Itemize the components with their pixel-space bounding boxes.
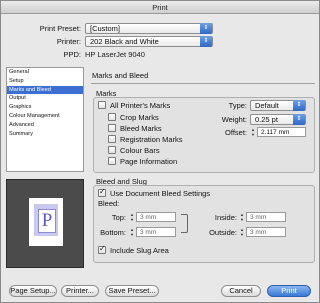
use-document-bleed-label: Use Document Bleed Settings [110, 188, 211, 198]
window-title: Print [1, 1, 319, 14]
sidebar-item-setup[interactable]: Setup [7, 77, 83, 86]
bleed-bottom-field[interactable]: 3 mm [136, 227, 176, 237]
use-document-bleed-checkbox[interactable] [98, 187, 106, 197]
bleed-marks-checkbox[interactable] [108, 124, 116, 132]
offset-label: Offset: [225, 128, 247, 137]
offset-field[interactable]: 2.117 mm [257, 127, 306, 137]
page-information-checkbox[interactable] [108, 157, 116, 165]
colour-bars-checkbox[interactable] [108, 146, 116, 154]
bleed-top-label: Top: [111, 213, 126, 222]
all-printers-marks-row[interactable]: All Printer's Marks [98, 100, 170, 110]
include-slug-label: Include Slug Area [110, 245, 169, 255]
crop-marks-row[interactable]: Crop Marks [108, 112, 159, 122]
printer-label: Printer: [56, 37, 81, 46]
type-label: Type: [228, 101, 247, 110]
offset-stepper[interactable]: ▲ ▼ [250, 127, 256, 137]
printer-value: 202 Black and White [90, 37, 159, 46]
weight-value: 0.25 pt [255, 115, 278, 124]
colour-bars-label: Colour Bars [120, 145, 160, 155]
page-information-label: Page Information [120, 156, 178, 166]
bleed-bottom-stepper[interactable]: ▲ ▼ [129, 227, 135, 237]
bleed-top-field[interactable]: 3 mm [136, 212, 176, 222]
all-printers-marks-label: All Printer's Marks [110, 100, 171, 110]
print-preset-row: Print Preset: [Custom] ⇕ [25, 23, 213, 34]
ppd-value: HP LaserJet 9040 [85, 50, 145, 59]
type-select[interactable]: Default ⇕ [250, 100, 306, 111]
sidebar-item-output[interactable]: Output [7, 94, 83, 103]
sidebar-item-general[interactable]: General [7, 68, 83, 77]
section-title: Marks and Bleed [92, 71, 149, 80]
bleed-inside-stepper[interactable]: ▲ ▼ [239, 212, 245, 222]
save-preset-button[interactable]: Save Preset... [105, 285, 159, 297]
ppd-label: PPD: [63, 50, 81, 59]
page-setup-button[interactable]: Page Setup... [9, 285, 57, 297]
bleed-outside-label: Outside: [209, 228, 237, 237]
bleed-label: Bleed: [98, 199, 120, 208]
preview-letter: P [38, 209, 56, 233]
sidebar-item-graphics[interactable]: Graphics [7, 103, 83, 112]
bleed-marks-row[interactable]: Bleed Marks [108, 123, 162, 133]
print-button[interactable]: Print [267, 285, 311, 297]
print-preset-select[interactable]: [Custom] ⇕ [85, 23, 213, 34]
print-preset-label: Print Preset: [39, 24, 81, 33]
sidebar-item-advanced[interactable]: Advanced [7, 121, 83, 130]
crop-marks-checkbox[interactable] [108, 113, 116, 121]
settings-sidebar: General Setup Marks and Bleed Output Gra… [6, 67, 84, 172]
crop-marks-label: Crop Marks [120, 112, 159, 122]
bleed-outside-field[interactable]: 3 mm [246, 227, 286, 237]
printer-select[interactable]: 202 Black and White ⇕ [85, 36, 213, 47]
weight-label: Weight: [221, 115, 247, 124]
section-divider [91, 83, 315, 84]
use-document-bleed-row[interactable]: Use Document Bleed Settings [98, 187, 211, 198]
preview-page: P [29, 198, 63, 246]
ppd-row: PPD: HP LaserJet 9040 [25, 49, 145, 60]
bleed-bottom-label: Bottom: [100, 228, 126, 237]
all-printers-marks-checkbox[interactable] [98, 101, 106, 109]
colour-bars-row[interactable]: Colour Bars [108, 145, 160, 155]
weight-select[interactable]: 0.25 pt ⇕ [250, 114, 306, 125]
printer-button[interactable]: Printer... [61, 285, 99, 297]
preview-bleed-area: P [34, 204, 58, 236]
registration-marks-label: Registration Marks [120, 134, 183, 144]
bleed-inside-field[interactable]: 3 mm [246, 212, 286, 222]
updown-arrows-icon: ⇕ [200, 36, 212, 47]
bleed-top-stepper[interactable]: ▲ ▼ [129, 212, 135, 222]
updown-arrows-icon: ⇕ [200, 23, 212, 34]
registration-marks-checkbox[interactable] [108, 135, 116, 143]
updown-arrows-icon: ⇕ [293, 100, 305, 111]
updown-arrows-icon: ⇕ [293, 114, 305, 125]
bleed-marks-label: Bleed Marks [120, 123, 162, 133]
bleed-outside-stepper[interactable]: ▲ ▼ [239, 227, 245, 237]
print-preset-value: [Custom] [90, 24, 121, 33]
registration-marks-row[interactable]: Registration Marks [108, 134, 183, 144]
type-value: Default [255, 101, 279, 110]
sidebar-item-summary[interactable]: Summary [7, 130, 83, 139]
include-slug-checkbox[interactable] [98, 244, 106, 254]
printer-row: Printer: 202 Black and White ⇕ [25, 36, 213, 47]
sidebar-item-marks-and-bleed[interactable]: Marks and Bleed [7, 85, 83, 95]
page-information-row[interactable]: Page Information [108, 156, 177, 166]
bleed-inside-label: Inside: [214, 213, 237, 222]
sidebar-item-colour-management[interactable]: Colour Management [7, 112, 83, 121]
chain-link-icon[interactable] [181, 214, 188, 233]
cancel-button[interactable]: Cancel [221, 285, 261, 297]
page-preview: P [6, 179, 84, 268]
include-slug-row[interactable]: Include Slug Area [98, 244, 169, 255]
print-dialog: Print Print Preset: [Custom] ⇕ Printer: … [0, 0, 320, 303]
